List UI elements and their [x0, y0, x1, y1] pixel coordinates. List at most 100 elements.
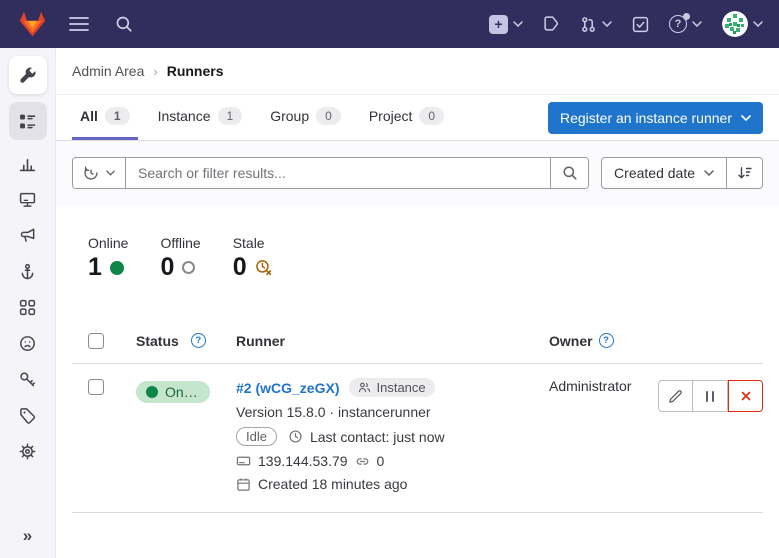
- online-dot-icon: [146, 386, 158, 398]
- sidebar-item-deploy-keys[interactable]: [9, 362, 47, 396]
- top-navbar: +: [0, 0, 779, 48]
- sidebar-item-messages[interactable]: [9, 218, 47, 252]
- breadcrumb: Admin Area › Runners: [56, 48, 779, 95]
- frown-face-icon: [19, 335, 36, 352]
- column-runner-label: Runner: [236, 333, 285, 349]
- delete-runner-button[interactable]: [728, 380, 763, 412]
- runner-link[interactable]: #2 (wCG_zeGX): [236, 380, 339, 396]
- sort-descending-icon: [737, 165, 753, 181]
- people-icon: [358, 381, 371, 394]
- history-clock-icon: [83, 165, 99, 181]
- search-history-dropdown[interactable]: [73, 158, 126, 188]
- stat-online: Online 1: [88, 235, 128, 318]
- runner-type-tabs: All 1 Instance 1 Group 0 Project 0 Regis…: [56, 95, 779, 141]
- pause-runner-button[interactable]: [693, 380, 728, 412]
- key-icon: [19, 371, 36, 388]
- breadcrumb-separator: ›: [153, 64, 157, 79]
- sidebar-item-monitoring[interactable]: [9, 182, 47, 216]
- todo-checkbox-icon: [632, 16, 649, 33]
- created-text: Created 18 minutes ago: [258, 476, 407, 492]
- tab-group-label: Group: [270, 108, 309, 124]
- gitlab-logo[interactable]: [16, 9, 49, 40]
- runners-table: Status ? Runner Owner ?: [72, 318, 763, 513]
- runner-ip-text: 139.144.53.79: [258, 453, 348, 469]
- double-chevron-right-icon: »: [23, 526, 32, 545]
- sort-controls: Created date: [601, 157, 763, 189]
- table-header: Status ? Runner Owner ?: [72, 318, 763, 364]
- stat-online-label: Online: [88, 235, 128, 251]
- register-runner-label: Register an instance runner: [560, 110, 732, 126]
- hamburger-menu-button[interactable]: [63, 10, 95, 38]
- main-content: Admin Area › Runners All 1 Instance 1 Gr…: [56, 48, 779, 558]
- search-submit-button[interactable]: [550, 158, 588, 188]
- pencil-icon: [668, 389, 683, 404]
- column-owner-label: Owner: [549, 333, 593, 349]
- sort-by-dropdown[interactable]: Created date: [602, 158, 726, 188]
- avatar: [722, 11, 748, 37]
- tab-all[interactable]: All 1: [72, 95, 138, 140]
- owner-help-icon[interactable]: ?: [599, 333, 614, 348]
- sidebar-item-system-hooks[interactable]: [9, 254, 47, 288]
- stat-stale-value: 0: [233, 254, 247, 282]
- sidebar-item-admin-area[interactable]: [9, 56, 47, 94]
- edit-runner-button[interactable]: [658, 380, 693, 412]
- sidebar-item-analytics[interactable]: [9, 146, 47, 180]
- tab-group-count: 0: [316, 107, 341, 125]
- tab-group[interactable]: Group 0: [262, 95, 349, 140]
- issues-button[interactable]: [543, 15, 560, 33]
- pause-icon: [706, 391, 715, 402]
- select-all-checkbox[interactable]: [88, 333, 104, 349]
- breadcrumb-admin-area[interactable]: Admin Area: [72, 63, 144, 79]
- tab-instance[interactable]: Instance 1: [150, 95, 251, 140]
- label-tag-icon: [19, 407, 36, 424]
- user-menu-button[interactable]: [722, 11, 763, 37]
- stat-stale: Stale 0: [233, 235, 273, 318]
- tab-project-label: Project: [369, 108, 413, 124]
- global-search-button[interactable]: [109, 9, 139, 39]
- stat-offline: Offline 0: [160, 235, 200, 318]
- filtered-search: [72, 157, 589, 189]
- sidebar-item-overview[interactable]: [9, 102, 47, 140]
- chevron-down-icon: [602, 21, 612, 27]
- chevron-down-icon: [513, 21, 523, 27]
- sidebar-expand-button[interactable]: »: [13, 523, 42, 548]
- new-menu-button[interactable]: +: [489, 15, 523, 34]
- table-row: Online #2 (wCG_zeGX) Instance: [72, 364, 763, 513]
- megaphone-icon: [19, 227, 36, 244]
- gear-icon: [19, 443, 36, 460]
- tab-project[interactable]: Project 0: [361, 95, 452, 140]
- help-menu-button[interactable]: ?: [669, 15, 702, 33]
- sidebar-item-abuse-reports[interactable]: [9, 326, 47, 360]
- tab-all-label: All: [80, 108, 98, 124]
- chevron-down-icon: [741, 115, 751, 121]
- link-icon: [355, 454, 370, 469]
- row-checkbox[interactable]: [88, 379, 104, 395]
- tab-project-count: 0: [419, 107, 444, 125]
- todos-button[interactable]: [632, 16, 649, 33]
- status-help-icon[interactable]: ?: [191, 333, 206, 348]
- plus-icon: +: [489, 15, 508, 34]
- runner-version-text: Version 15.8.0 · instancerunner: [236, 404, 431, 420]
- clock-icon: [288, 429, 303, 444]
- gitlab-admin-runners-page: +: [0, 0, 779, 558]
- runner-type-badge: Instance: [349, 378, 434, 397]
- status-online-icon: [110, 261, 124, 275]
- sort-direction-button[interactable]: [726, 158, 762, 188]
- sidebar-item-labels[interactable]: [9, 398, 47, 432]
- register-runner-button[interactable]: Register an instance runner: [548, 102, 763, 134]
- chevron-down-icon: [753, 21, 763, 27]
- overview-list-icon: [19, 113, 36, 130]
- stale-clock-icon: [255, 259, 273, 277]
- status-badge-label: Online: [165, 384, 200, 400]
- tab-instance-label: Instance: [158, 108, 211, 124]
- hamburger-icon: [69, 16, 89, 32]
- merge-requests-button[interactable]: [580, 16, 612, 33]
- runner-stats: Online 1 Offline 0 Stale 0: [56, 207, 779, 318]
- sidebar-item-applications[interactable]: [9, 290, 47, 324]
- monitor-icon: [19, 191, 36, 208]
- search-input[interactable]: [126, 158, 550, 188]
- sidebar-item-settings[interactable]: [9, 434, 47, 468]
- help-icon-wrap: ?: [669, 15, 687, 33]
- job-state-badge: Idle: [236, 427, 277, 446]
- host-ip-icon: [236, 454, 251, 469]
